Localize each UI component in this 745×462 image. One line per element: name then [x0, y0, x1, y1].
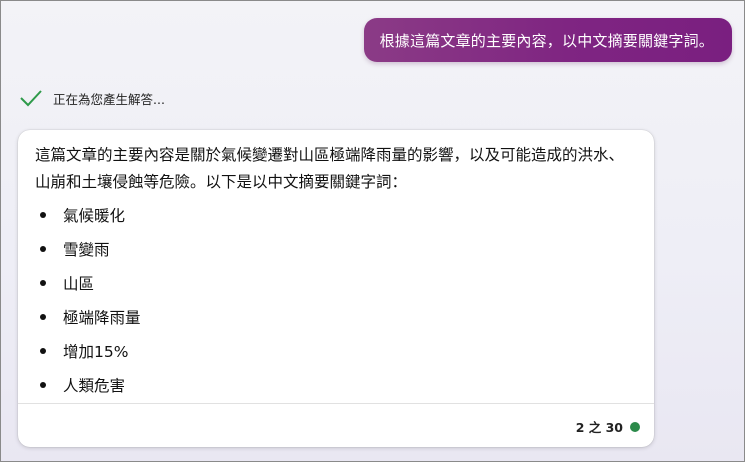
response-paragraph: 這篇文章的主要內容是關於氣候變遷對山區極端降雨量的影響，以及可能造成的洪水、山崩… [35, 146, 625, 191]
user-message-bubble: 根據這篇文章的主要內容，以中文摘要關鍵字詞。 [363, 18, 732, 62]
bullet-icon [40, 280, 46, 286]
list-item: 人類危害 [35, 368, 141, 402]
bullet-icon [40, 314, 46, 320]
keyword-text: 人類危害 [63, 377, 126, 395]
card-divider [18, 403, 654, 404]
keyword-text: 山區 [63, 275, 95, 293]
bullet-icon [40, 382, 46, 388]
keyword-text: 極端降雨量 [63, 309, 141, 327]
status-text: 正在為您產生解答... [53, 91, 165, 107]
response-footer: 2 之 30 [576, 417, 640, 436]
response-card: 這篇文章的主要內容是關於氣候變遷對山區極端降雨量的影響，以及可能造成的洪水、山崩… [18, 130, 654, 447]
status-dot-icon [630, 421, 640, 432]
turn-counter: 2 之 30 [575, 420, 623, 435]
keyword-text: 氣候暖化 [63, 207, 126, 225]
keyword-list: 氣候暖化 雪變雨 山區 極端降雨量 增加15% 人類危害 [35, 198, 141, 402]
list-item: 增加15% [35, 334, 141, 368]
list-item: 雪變雨 [35, 232, 141, 266]
user-message-text: 根據這篇文章的主要內容，以中文摘要關鍵字詞。 [379, 31, 714, 50]
bullet-icon [40, 246, 46, 252]
chat-window: 根據這篇文章的主要內容，以中文摘要關鍵字詞。 正在為您產生解答... 這篇文章的… [0, 0, 745, 462]
keyword-text: 增加15% [63, 343, 129, 361]
keyword-text: 雪變雨 [63, 241, 110, 259]
list-item: 山區 [35, 266, 141, 300]
generating-status: 正在為您產生解答... [19, 88, 165, 108]
bullet-icon [40, 348, 46, 354]
bullet-icon [40, 212, 46, 218]
list-item: 氣候暖化 [35, 198, 141, 232]
list-item: 極端降雨量 [35, 300, 141, 334]
check-icon [20, 90, 42, 107]
